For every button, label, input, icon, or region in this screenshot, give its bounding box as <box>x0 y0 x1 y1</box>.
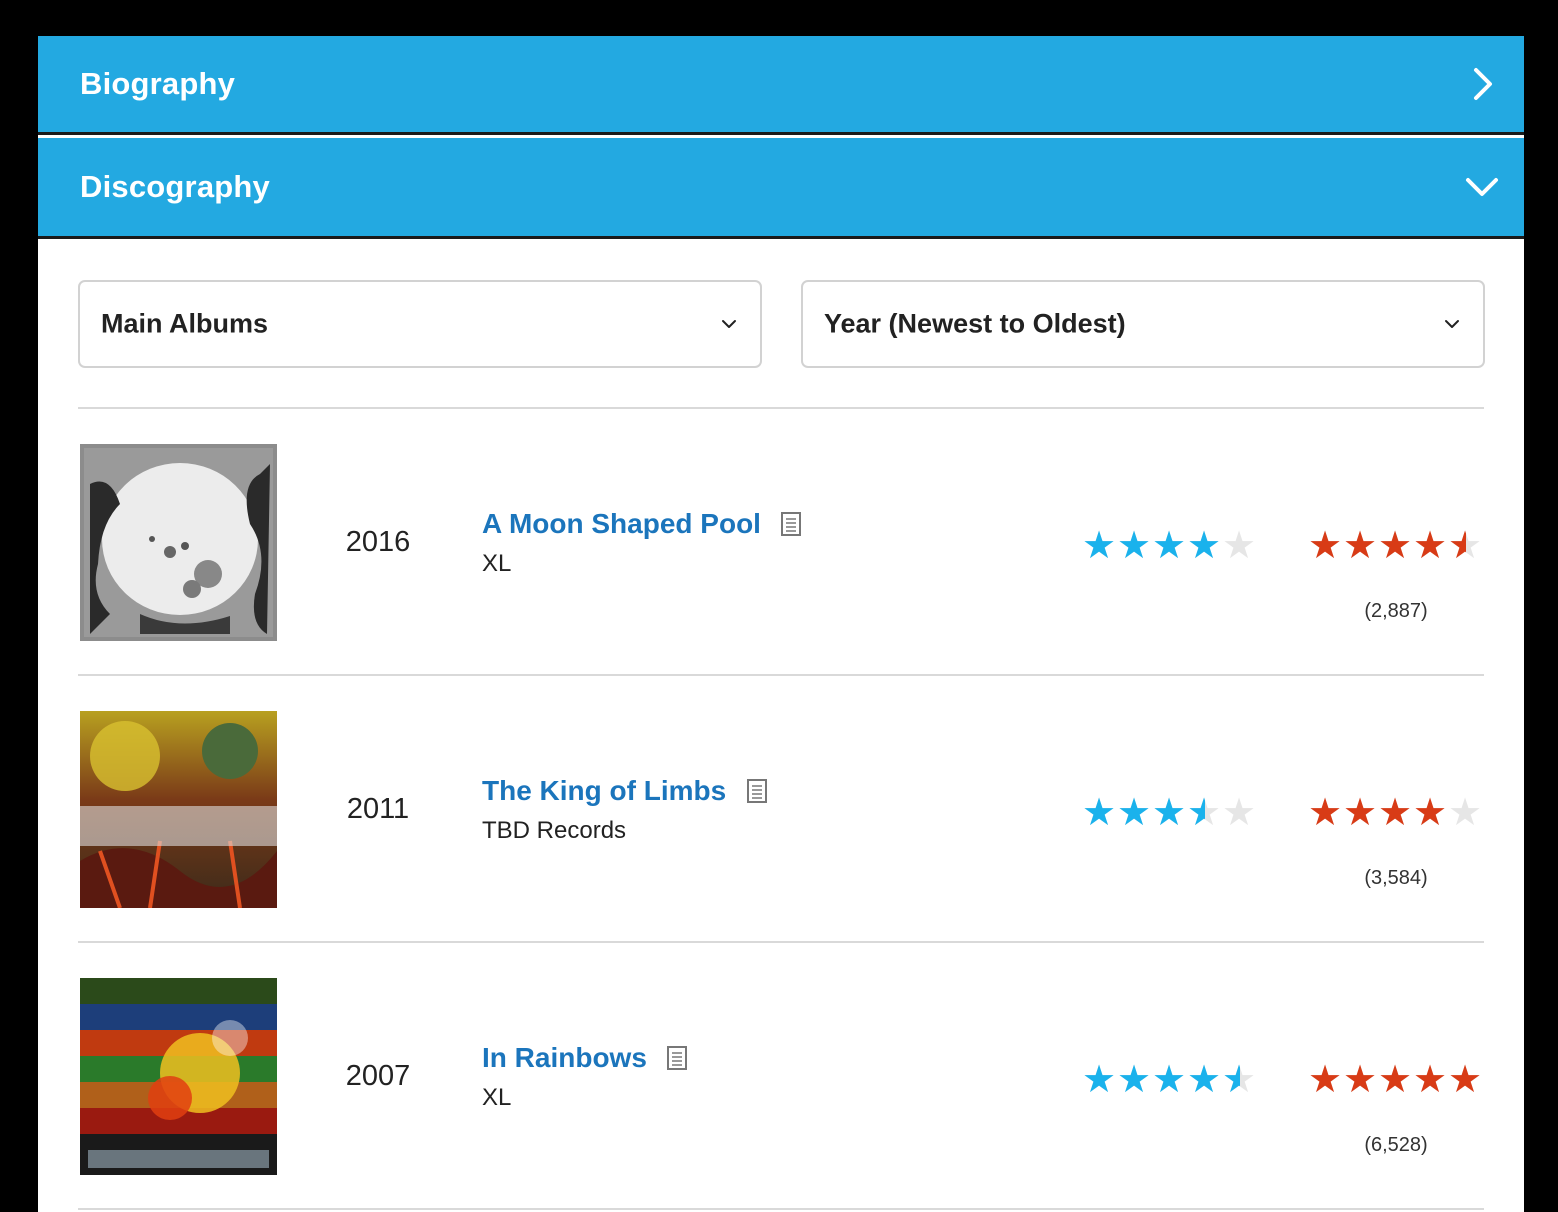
star-icon: ★★ <box>1082 528 1117 562</box>
star-icon: ★★ <box>1413 795 1448 829</box>
star-icon: ★★ <box>1343 528 1378 562</box>
star-icon: ★★ <box>1378 528 1413 562</box>
review-document-icon[interactable] <box>781 512 802 536</box>
album-title-link[interactable]: In Rainbows <box>482 1042 647 1073</box>
critic-rating-stars: ★★★★★★★★★★ <box>1082 1062 1257 1096</box>
album-row: 2007 In Rainbows XL ★ ★ ★ ★ ★ ★ ★ ★ ★ ★ ★ ★ ★ ★ ★ ★ ★ ★ ★… <box>38 942 1524 1209</box>
star-icon: ★★ <box>1222 528 1257 562</box>
album-type-value: Main Albums <box>101 308 269 339</box>
star-icon: ★★ <box>1413 528 1448 562</box>
user-rating-count: (2,887) <box>1364 600 1428 622</box>
chevron-down-icon <box>1466 178 1498 196</box>
album-year: 2011 <box>346 793 410 825</box>
album-type-select[interactable]: Main Albums <box>78 280 762 368</box>
star-icon: ★★ <box>1152 795 1187 829</box>
star-icon: ★★ <box>1448 795 1483 829</box>
album-cover-moon-shaped-pool[interactable] <box>80 444 277 641</box>
user-rating-count: (6,528) <box>1364 1134 1428 1156</box>
album-cover-in-rainbows[interactable] <box>80 978 277 1175</box>
album-label: XL <box>482 1084 512 1111</box>
star-icon: ★★ <box>1187 795 1222 829</box>
star-icon: ★★ <box>1308 1062 1343 1096</box>
star-icon: ★★ <box>1378 1062 1413 1096</box>
user-rating-count: (3,584) <box>1364 867 1428 889</box>
star-icon: ★★ <box>1117 795 1152 829</box>
star-icon: ★★ <box>1378 795 1413 829</box>
album-title-link[interactable]: A Moon Shaped Pool <box>482 508 761 539</box>
star-icon: ★★ <box>1117 1062 1152 1096</box>
album-title-link[interactable]: The King of Limbs <box>482 775 726 806</box>
artist-panel: Biography Discography Main Albums Year (… <box>38 36 1524 1212</box>
critic-rating-stars: ★★★★★★★★★★ <box>1082 795 1257 829</box>
star-icon: ★★ <box>1082 795 1117 829</box>
caret-down-icon <box>1445 320 1459 328</box>
album-label: TBD Records <box>482 817 627 844</box>
star-icon: ★★ <box>1343 795 1378 829</box>
row-divider <box>78 1208 1484 1210</box>
star-icon: ★★ <box>1117 528 1152 562</box>
album-year: 2007 <box>345 1060 411 1092</box>
biography-accordion-header[interactable]: Biography <box>38 36 1524 135</box>
star-icon: ★★ <box>1343 1062 1378 1096</box>
star-icon: ★★ <box>1187 1062 1222 1096</box>
star-icon: ★★ <box>1308 528 1343 562</box>
biography-title: Biography <box>80 66 236 101</box>
star-icon: ★★ <box>1222 1062 1257 1096</box>
star-icon: ★★ <box>1222 795 1257 829</box>
sort-order-select[interactable]: Year (Newest to Oldest) <box>801 280 1485 368</box>
star-icon: ★★ <box>1448 1062 1483 1096</box>
caret-down-icon <box>722 320 736 328</box>
star-icon: ★★ <box>1413 1062 1448 1096</box>
sort-order-value: Year (Newest to Oldest) <box>824 308 1126 339</box>
review-document-icon[interactable] <box>667 1046 688 1070</box>
critic-rating-stars: ★★★★★★★★★★ <box>1082 528 1257 562</box>
star-icon: ★★ <box>1187 528 1222 562</box>
star-icon: ★★ <box>1448 528 1483 562</box>
star-icon: ★★ <box>1152 528 1187 562</box>
album-label: XL <box>482 550 512 577</box>
album-row: 2016 A Moon Shaped Pool XL ★ ★ ★ ★ ★ ★ ★ ★ ★ ★ ★ ★… <box>38 408 1524 675</box>
album-row: 2011 The King of Limbs TBD Records ★ ★ ★ ★ ★… <box>38 675 1524 942</box>
album-cover-king-of-limbs[interactable] <box>80 711 277 908</box>
user-rating-stars[interactable]: ★★★★★★★★★★ <box>1308 1062 1483 1096</box>
user-rating-stars[interactable]: ★★★★★★★★★★ <box>1308 795 1483 829</box>
star-icon: ★★ <box>1082 1062 1117 1096</box>
album-year: 2016 <box>345 526 411 558</box>
discography-title: Discography <box>80 169 270 204</box>
discography-accordion-header[interactable]: Discography <box>38 138 1524 239</box>
star-icon: ★★ <box>1308 795 1343 829</box>
user-rating-stars[interactable]: ★★★★★★★★★★ <box>1308 528 1483 562</box>
review-document-icon[interactable] <box>746 779 767 803</box>
star-icon: ★★ <box>1152 1062 1187 1096</box>
chevron-right-icon <box>1474 68 1492 100</box>
